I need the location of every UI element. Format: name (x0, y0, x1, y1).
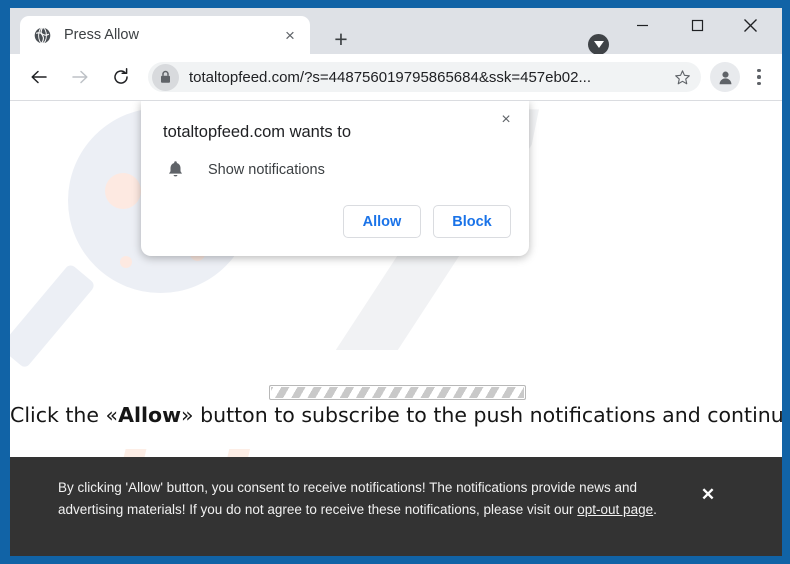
reload-button[interactable] (106, 62, 136, 92)
site-info-button[interactable] (152, 63, 179, 91)
headline-bold: Allow (118, 403, 182, 427)
tab-strip: Press Allow × + (10, 8, 782, 55)
opt-out-link[interactable]: opt-out page (577, 502, 653, 517)
watermark-dot (105, 173, 141, 209)
maximize-icon (691, 19, 704, 31)
watermark-dot (120, 256, 132, 268)
address-bar[interactable]: totaltopfeed.com/?s=448756019795865684&s… (148, 62, 701, 92)
profile-avatar-button[interactable] (710, 62, 740, 92)
consent-text-part2: . (653, 501, 657, 517)
globe-icon (34, 26, 51, 44)
headline-suffix: » button to subscribe to the push notifi… (181, 403, 782, 427)
minimize-button[interactable] (620, 10, 665, 40)
allow-button[interactable]: Allow (343, 205, 421, 238)
maximize-button[interactable] (675, 10, 720, 40)
avatar-icon (719, 71, 731, 84)
tab-close-icon[interactable]: × (280, 25, 300, 45)
three-dots-menu-icon (757, 68, 761, 86)
browser-toolbar: totaltopfeed.com/?s=448756019795865684&s… (10, 54, 782, 101)
forward-button[interactable] (65, 62, 95, 92)
bell-icon (163, 160, 187, 179)
star-glyph (674, 69, 690, 84)
dialog-title: totaltopfeed.com wants to (163, 123, 352, 141)
browser-window-frame: Press Allow × + totaltopfeed.com/?s=4487… (0, 0, 790, 564)
permission-request-text: Show notifications (208, 161, 325, 178)
close-icon (744, 18, 757, 32)
minimize-icon (637, 24, 648, 26)
bell-glyph (168, 161, 182, 177)
triangle-down-glyph (593, 41, 604, 48)
notification-permission-dialog: × totaltopfeed.com wants to Show notific… (141, 101, 529, 256)
dialog-close-icon[interactable]: × (495, 109, 517, 131)
url-text[interactable]: totaltopfeed.com/?s=448756019795865684&s… (189, 69, 669, 86)
star-icon[interactable] (669, 64, 695, 90)
chrome-browser: Press Allow × + totaltopfeed.com/?s=4487… (10, 8, 782, 556)
consent-text: By clicking 'Allow' button, you consent … (58, 477, 680, 521)
back-arrow-icon (31, 70, 47, 84)
page-headline: Click the «Allow» button to subscribe to… (10, 403, 782, 427)
block-button[interactable]: Block (433, 205, 511, 238)
watermark-magnifier-handle (10, 263, 97, 370)
consent-banner: By clicking 'Allow' button, you consent … (10, 457, 782, 556)
lock-icon (161, 70, 170, 83)
new-tab-button[interactable]: + (328, 26, 354, 52)
consent-close-button[interactable]: ✕ (698, 485, 718, 505)
forward-arrow-icon (72, 70, 88, 84)
reload-icon (114, 68, 128, 84)
download-arrow-icon[interactable] (588, 34, 609, 55)
page-viewport: 7 risk.com × totaltopfeed.com wants to (10, 101, 782, 556)
back-button[interactable] (24, 62, 54, 92)
dialog-actions: Allow Block (343, 205, 511, 238)
loading-progress-bar (269, 385, 526, 400)
consent-text-part1: By clicking 'Allow' button, you consent … (58, 480, 637, 517)
headline-prefix: Click the « (10, 403, 119, 427)
permission-request-row: Show notifications (163, 160, 511, 179)
window-close-button[interactable] (728, 10, 773, 40)
browser-tab[interactable]: Press Allow × (20, 16, 310, 54)
tab-title: Press Allow (64, 27, 139, 43)
chrome-menu-button[interactable] (746, 62, 772, 92)
